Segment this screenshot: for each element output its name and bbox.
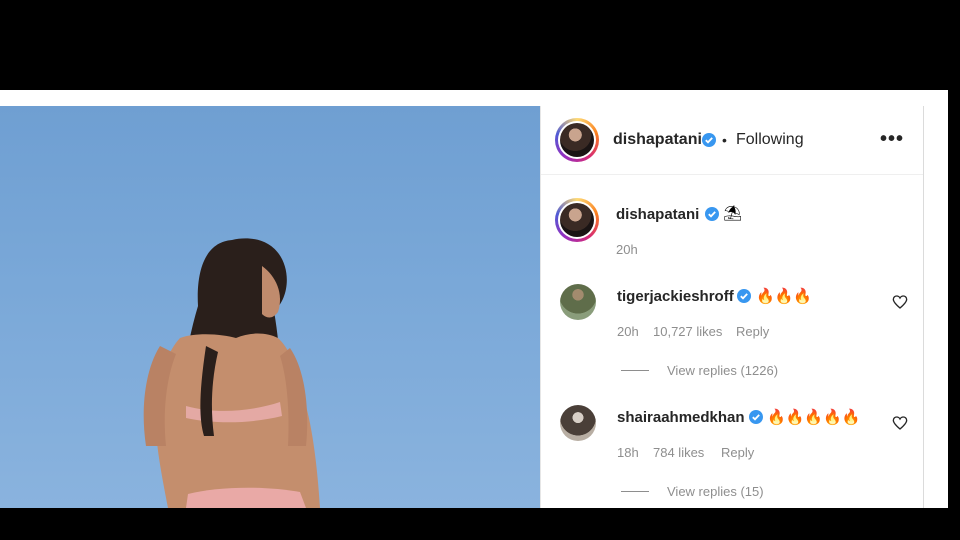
author-username[interactable]: dishapatani — [613, 131, 702, 149]
caption-username[interactable]: dishapatani — [616, 206, 699, 223]
caption-text: ⛱ — [723, 205, 743, 222]
verified-badge-icon — [749, 410, 763, 424]
like-heart-icon[interactable] — [892, 415, 908, 431]
view-replies-line — [621, 370, 649, 371]
like-heart-icon[interactable] — [892, 294, 908, 310]
more-options-icon[interactable]: ••• — [880, 128, 904, 151]
separator-dot: • — [722, 132, 727, 148]
comment-timestamp[interactable]: 18h — [617, 445, 639, 460]
reply-button[interactable]: Reply — [736, 324, 769, 339]
commenter-avatar[interactable] — [560, 405, 596, 441]
comment-username[interactable]: shairaahmedkhan — [617, 409, 745, 426]
comment-username[interactable]: tigerjackieshroff — [617, 288, 734, 305]
verified-badge-icon — [702, 133, 716, 147]
author-avatar[interactable] — [555, 118, 599, 162]
commenter-avatar[interactable] — [560, 284, 596, 320]
view-replies-button[interactable]: View replies (1226) — [667, 363, 778, 378]
comment-likes[interactable]: 784 likes — [653, 445, 704, 460]
verified-badge-icon — [705, 207, 719, 221]
comment-likes[interactable]: 10,727 likes — [653, 324, 722, 339]
post-header: dishapatani • Following ••• — [541, 106, 923, 175]
post-photo[interactable] — [0, 106, 540, 508]
verified-badge-icon — [737, 289, 751, 303]
post-side-panel: dishapatani • Following ••• dishapatani … — [540, 106, 924, 508]
photo-illustration — [143, 238, 320, 508]
view-replies-line — [621, 491, 649, 492]
caption-timestamp[interactable]: 20h — [616, 242, 638, 257]
comment-text: 🔥🔥🔥🔥🔥 — [767, 409, 861, 426]
comment-timestamp[interactable]: 20h — [617, 324, 639, 339]
comment-text: 🔥🔥🔥 — [756, 288, 813, 305]
reply-button[interactable]: Reply — [721, 445, 754, 460]
caption-author-avatar[interactable] — [555, 198, 599, 242]
following-button[interactable]: Following — [736, 131, 804, 149]
view-replies-button[interactable]: View replies (15) — [667, 484, 764, 499]
